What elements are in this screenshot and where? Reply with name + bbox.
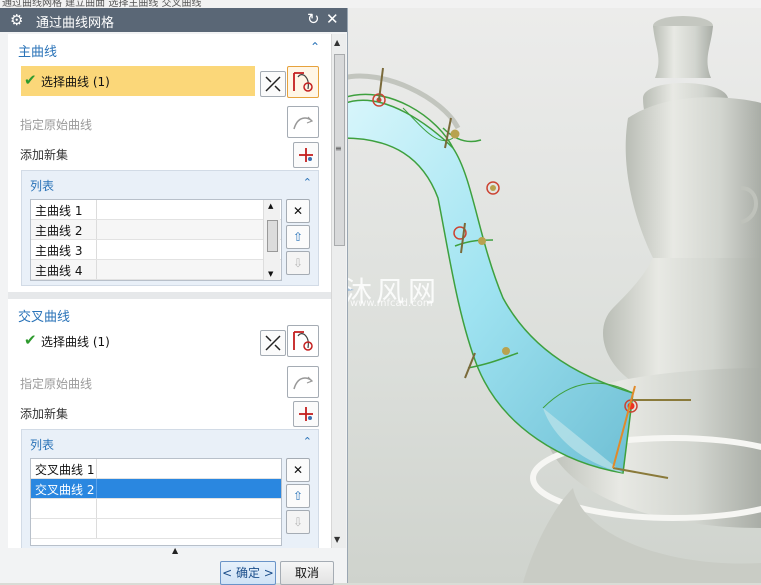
curve-mesh-dialog: ⚙ 通过曲线网格 ↻ ✕ 主曲线 ⌃ ✔ 选择曲线 (1) 指定原始曲线 添加新… — [0, 8, 348, 585]
primary-move-down-button[interactable]: ⇩ — [286, 251, 310, 275]
cross-reverse-direction-button[interactable] — [260, 330, 286, 356]
list-item-label: 主曲线 3 — [35, 244, 83, 258]
curve-selection-icon — [293, 72, 313, 92]
section-divider — [8, 292, 331, 299]
dialog-button-bar: ▲ < 确定 > 取消 — [0, 546, 347, 585]
scroll-up-icon[interactable]: ▲ — [268, 202, 273, 210]
dialog-title: 通过曲线网格 — [36, 16, 115, 31]
primary-delete-button[interactable]: ✕ — [286, 199, 310, 223]
list-item[interactable]: 主曲线 4 — [31, 260, 281, 280]
cross-move-down-button[interactable]: ⇩ — [286, 510, 310, 534]
close-icon[interactable]: ✕ — [326, 10, 339, 28]
cancel-button[interactable]: 取消 — [280, 561, 334, 585]
top-toolbar-strip: 通过曲线网格 建立曲面 选择主曲线 交叉曲线 — [0, 0, 761, 8]
cross-add-set-label: 添加新集 — [20, 407, 69, 421]
cross-origin-curve-button[interactable] — [287, 366, 319, 398]
gear-icon[interactable]: ⚙ — [10, 11, 23, 29]
reverse-direction-icon — [265, 335, 281, 351]
list-item-label: 主曲线 2 — [35, 224, 83, 238]
move-down-icon: ⇩ — [292, 256, 304, 270]
primary-section-header[interactable]: 主曲线 — [18, 41, 57, 60]
list-item[interactable] — [31, 519, 281, 539]
list-item[interactable]: 交叉曲线 1 — [31, 459, 281, 479]
cross-section-header[interactable]: 交叉曲线 — [18, 306, 70, 325]
add-set-icon — [299, 148, 313, 162]
reverse-direction-icon — [265, 76, 281, 92]
primary-list-panel: 列表 ⌃ 主曲线 1 主曲线 2 主曲线 3 主曲线 4 ▲ ▼ ✕ ⇧ ⇩ — [21, 170, 319, 286]
move-up-icon: ⇧ — [292, 230, 304, 244]
primary-list-header[interactable]: 列表 — [30, 177, 54, 194]
primary-origin-curve-label: 指定原始曲线 — [20, 118, 93, 132]
cross-delete-button[interactable]: ✕ — [286, 458, 310, 482]
primary-curve-list[interactable]: 主曲线 1 主曲线 2 主曲线 3 主曲线 4 ▲ ▼ — [30, 199, 282, 281]
checkmark-icon: ✔ — [24, 331, 37, 349]
cross-move-up-button[interactable]: ⇧ — [286, 484, 310, 508]
delete-icon: ✕ — [292, 463, 304, 477]
cross-select-curve-label: 选择曲线 (1) — [41, 335, 110, 349]
primary-curve-selection-button[interactable] — [287, 66, 319, 98]
move-down-icon: ⇩ — [292, 515, 304, 529]
add-set-icon — [299, 407, 313, 421]
top-strip-text: 通过曲线网格 建立曲面 选择主曲线 交叉曲线 — [2, 0, 202, 8]
move-up-icon: ⇧ — [292, 489, 304, 503]
collapse-icon[interactable]: ▲ — [172, 546, 178, 555]
list-item[interactable]: 主曲线 3 — [31, 240, 281, 260]
cross-curve-list[interactable]: 交叉曲线 1 交叉曲线 2 — [30, 458, 282, 546]
watermark-url: www.mfcad.com — [350, 298, 433, 309]
scroll-down-icon[interactable]: ▼ — [268, 270, 273, 278]
chevron-up-icon[interactable]: ⌃ — [303, 435, 312, 448]
dialog-scrollbar[interactable]: ▲ ≡ ▼ — [331, 34, 346, 548]
primary-list-scrollbar[interactable]: ▲ ▼ — [263, 200, 280, 280]
primary-select-curve-row[interactable]: ✔ 选择曲线 (1) — [21, 66, 255, 96]
list-item[interactable] — [31, 499, 281, 519]
scroll-down-icon[interactable]: ▼ — [334, 535, 340, 544]
scroll-thumb[interactable] — [267, 220, 278, 252]
list-item[interactable]: 主曲线 2 — [31, 220, 281, 240]
cross-curve-selection-button[interactable] — [287, 325, 319, 357]
list-item-label: 交叉曲线 1 — [35, 463, 95, 477]
scroll-grip-icon: ≡ — [335, 144, 342, 153]
primary-origin-curve-button[interactable] — [287, 106, 319, 138]
cross-list-header[interactable]: 列表 — [30, 436, 54, 453]
cross-list-panel: 列表 ⌃ 交叉曲线 1 交叉曲线 2 ✕ ⇧ ⇩ — [21, 429, 319, 549]
list-item-label: 主曲线 1 — [35, 204, 83, 218]
primary-select-curve-label: 选择曲线 (1) — [41, 75, 110, 89]
list-item[interactable]: 交叉曲线 2 — [31, 479, 281, 499]
list-item[interactable]: 主曲线 1 — [31, 200, 281, 220]
cross-add-set-button[interactable] — [293, 401, 319, 427]
list-item-label: 主曲线 4 — [35, 264, 83, 278]
cross-select-curve-row[interactable]: ✔ 选择曲线 (1) — [21, 326, 255, 356]
reset-icon[interactable]: ↻ — [307, 10, 320, 28]
origin-curve-icon — [293, 376, 314, 390]
cross-origin-curve-label: 指定原始曲线 — [20, 377, 93, 391]
ok-button[interactable]: < 确定 > — [220, 561, 276, 585]
primary-add-set-button[interactable] — [293, 142, 319, 168]
teapot-body — [523, 16, 761, 583]
primary-add-set-label: 添加新集 — [20, 148, 69, 162]
chevron-up-icon[interactable]: ⌃ — [303, 176, 312, 189]
primary-move-up-button[interactable]: ⇧ — [286, 225, 310, 249]
dialog-titlebar: ⚙ 通过曲线网格 ↻ ✕ — [0, 8, 347, 32]
delete-icon: ✕ — [292, 204, 304, 218]
origin-curve-icon — [293, 116, 314, 130]
chevron-up-icon[interactable]: ⌃ — [310, 40, 320, 54]
curve-selection-icon — [293, 331, 313, 351]
checkmark-icon: ✔ — [24, 71, 37, 89]
scroll-up-icon[interactable]: ▲ — [334, 38, 340, 47]
primary-reverse-direction-button[interactable] — [260, 71, 286, 97]
list-item-label: 交叉曲线 2 — [35, 483, 95, 497]
dialog-content[interactable]: 主曲线 ⌃ ✔ 选择曲线 (1) 指定原始曲线 添加新集 列表 ⌃ 主曲线 1 … — [8, 34, 331, 549]
